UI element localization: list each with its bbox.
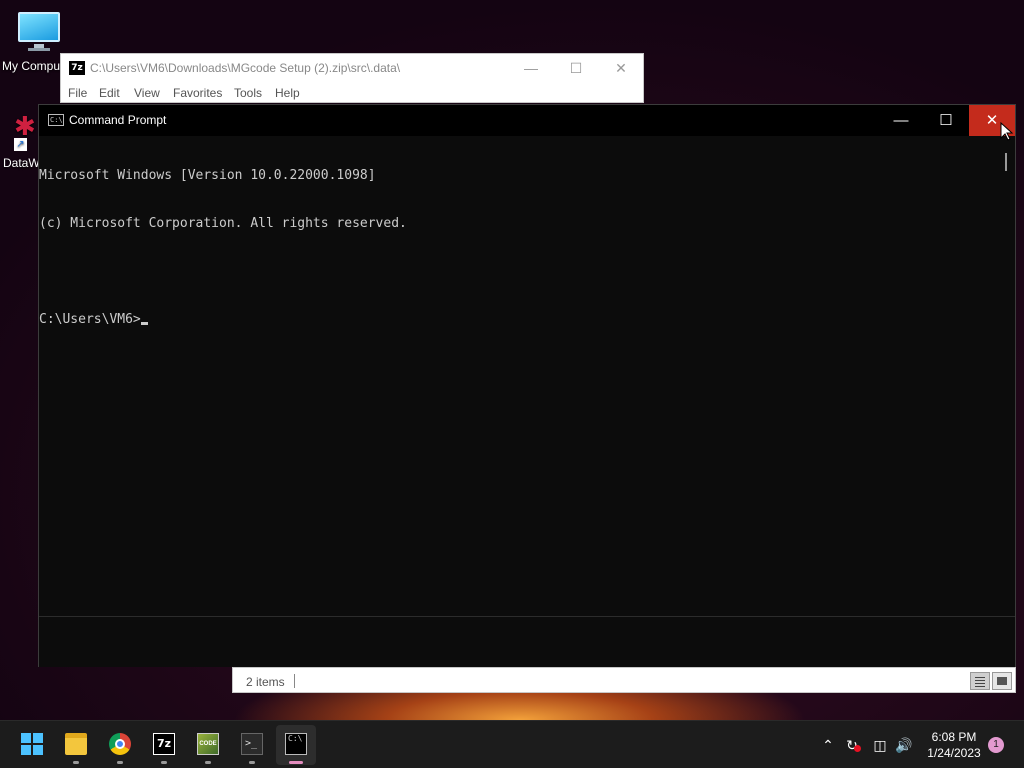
network-icon[interactable]: ◫ xyxy=(870,735,890,755)
running-indicator xyxy=(249,761,255,764)
chrome-icon xyxy=(109,733,131,755)
taskbar: 7z CODE >_ C:\ ⌃ ↻ ◫ 🔊 6:08 PM 1/24/2023… xyxy=(0,720,1024,768)
running-indicator xyxy=(73,761,79,764)
code-app-icon: CODE xyxy=(197,733,219,755)
window-title: Command Prompt xyxy=(69,113,167,127)
7zip-window[interactable]: 7z C:\Users\VM6\Downloads\MGcode Setup (… xyxy=(60,53,644,103)
menu-tools[interactable]: Tools xyxy=(234,86,262,100)
7zip-title-bar[interactable]: 7z C:\Users\VM6\Downloads\MGcode Setup (… xyxy=(61,54,643,82)
console-bottom-area xyxy=(39,617,1015,667)
minimize-icon[interactable]: — xyxy=(878,105,924,136)
notification-badge[interactable]: 1 xyxy=(988,737,1004,753)
cmd-app-icon: C:\ xyxy=(48,114,64,126)
computer-icon xyxy=(18,12,60,42)
desktop-icon-label: DataW xyxy=(3,156,40,170)
terminal-icon: >_ xyxy=(241,733,263,755)
volume-icon[interactable]: 🔊 xyxy=(894,735,914,755)
7zip-app-icon: 7z xyxy=(69,61,85,75)
console-output[interactable]: Microsoft Windows [Version 10.0.22000.10… xyxy=(39,136,1001,616)
7zip-path-title: C:\Users\VM6\Downloads\MGcode Setup (2).… xyxy=(90,61,401,75)
clock-date: 1/24/2023 xyxy=(927,746,981,760)
preview-view-button[interactable] xyxy=(992,672,1012,690)
console-prompt-line: C:\Users\VM6> xyxy=(39,312,1001,328)
details-view-button[interactable] xyxy=(970,672,990,690)
taskbar-terminal[interactable]: >_ xyxy=(232,725,272,765)
taskbar-mgcode[interactable]: CODE xyxy=(188,725,228,765)
menu-help[interactable]: Help xyxy=(275,86,300,100)
close-icon[interactable]: ✕ xyxy=(598,54,644,82)
maximize-icon[interactable]: ☐ xyxy=(553,54,599,82)
system-clock[interactable]: 6:08 PM 1/24/2023 xyxy=(924,729,984,761)
status-separator xyxy=(294,674,295,688)
shortcut-arrow-icon: ↗ xyxy=(14,138,27,151)
scrollbar-thumb[interactable] xyxy=(1005,153,1007,171)
windows-logo-icon xyxy=(21,733,43,755)
menu-favorites[interactable]: Favorites xyxy=(173,86,222,100)
status-items-count: 2 items xyxy=(246,675,285,689)
menu-view[interactable]: View xyxy=(134,86,160,100)
desktop-icon-dataw[interactable]: ✱ ↗ DataW xyxy=(0,108,40,178)
taskbar-command-prompt[interactable]: C:\ xyxy=(276,725,316,765)
chevron-up-icon[interactable]: ⌃ xyxy=(818,735,838,755)
text-cursor xyxy=(140,322,148,325)
computer-icon-base xyxy=(28,48,50,51)
7zip-icon: 7z xyxy=(153,733,175,755)
taskbar-file-explorer[interactable] xyxy=(56,725,96,765)
menu-edit[interactable]: Edit xyxy=(99,86,120,100)
taskbar-chrome[interactable] xyxy=(100,725,140,765)
console-line: Microsoft Windows [Version 10.0.22000.10… xyxy=(39,168,376,183)
folder-icon xyxy=(65,733,87,755)
console-prompt: C:\Users\VM6> xyxy=(39,312,141,327)
running-indicator xyxy=(161,761,167,764)
7zip-status-bar: 2 items xyxy=(232,667,1016,693)
command-prompt-window[interactable]: C:\ Command Prompt — ☐ ✕ Microsoft Windo… xyxy=(38,104,1016,667)
7zip-menu-bar: File Edit View Favorites Tools Help xyxy=(61,82,643,104)
clock-time: 6:08 PM xyxy=(931,730,977,744)
desktop-icon-label: My Compu xyxy=(2,59,61,73)
start-button[interactable] xyxy=(12,725,52,765)
running-indicator xyxy=(205,761,211,764)
sync-alert-icon[interactable]: ↻ xyxy=(842,735,862,755)
running-indicator xyxy=(117,761,123,764)
cmd-title-bar[interactable]: C:\ Command Prompt — ☐ ✕ xyxy=(39,105,1015,136)
minimize-icon[interactable]: — xyxy=(508,54,554,82)
console-line: (c) Microsoft Corporation. All rights re… xyxy=(39,216,407,231)
active-indicator xyxy=(289,761,303,764)
cmd-icon: C:\ xyxy=(285,733,307,755)
taskbar-7zip[interactable]: 7z xyxy=(144,725,184,765)
maximize-icon[interactable]: ☐ xyxy=(923,105,969,136)
menu-file[interactable]: File xyxy=(68,86,87,100)
